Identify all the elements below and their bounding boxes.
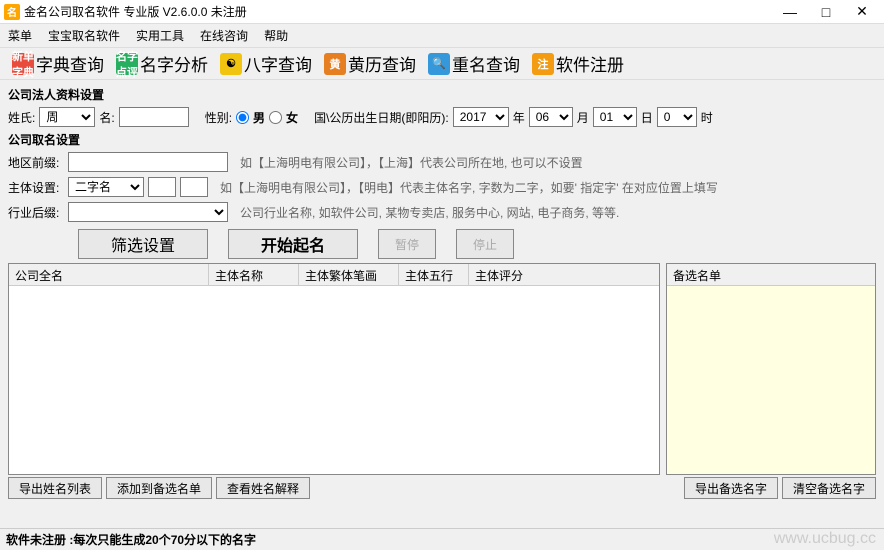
tool-analyze[interactable]: 名字点评名字分析 (112, 49, 212, 78)
status-text: 每次只能生成20个70分以下的名字 (73, 531, 256, 548)
close-button[interactable]: ✕ (844, 0, 880, 24)
candidates-header: 备选名单 (667, 264, 875, 286)
status-prefix: 软件未注册 : (6, 531, 73, 548)
titlebar: 名 金名公司取名软件 专业版 V2.6.0.0 未注册 — □ ✕ (0, 0, 884, 24)
body-char2[interactable] (180, 177, 208, 197)
month-select[interactable]: 06 (529, 107, 573, 127)
gender-male-radio[interactable] (236, 111, 249, 124)
prefix-input[interactable] (68, 152, 228, 172)
minimize-button[interactable]: — (772, 0, 808, 24)
body-hint: 如【上海明电有限公司】，【明电】代表主体名字, 字数为二字，如要' 指定字' 在… (220, 179, 718, 196)
results-body (9, 286, 659, 474)
group2-title: 公司取名设置 (8, 131, 876, 148)
suffix-select[interactable] (68, 202, 228, 222)
body-label: 主体设置: (8, 179, 64, 196)
gender-female-radio[interactable] (269, 111, 282, 124)
menu-main[interactable]: 菜单 (8, 27, 32, 44)
body-select[interactable]: 二字名 (68, 177, 144, 197)
col-score[interactable]: 主体评分 (469, 264, 539, 285)
search-icon: 🔍 (428, 53, 450, 75)
female-label: 女 (286, 109, 298, 126)
results-table: 公司全名 主体名称 主体繁体笔画 主体五行 主体评分 (8, 263, 660, 475)
suffix-label: 行业后缀: (8, 204, 64, 221)
surname-label: 姓氏: (8, 109, 35, 126)
maximize-button[interactable]: □ (808, 0, 844, 24)
menu-help[interactable]: 帮助 (264, 27, 288, 44)
male-label: 男 (253, 109, 265, 126)
pause-button[interactable]: 暂停 (378, 229, 436, 259)
prefix-hint: 如【上海明电有限公司】，【上海】代表公司所在地, 也可以不设置 (240, 154, 583, 171)
stop-button[interactable]: 停止 (456, 229, 514, 259)
hour-select[interactable]: 0 (657, 107, 697, 127)
menu-baby[interactable]: 宝宝取名软件 (48, 27, 120, 44)
window-title: 金名公司取名软件 专业版 V2.6.0.0 未注册 (24, 3, 772, 20)
huangli-icon: 黄 (324, 53, 346, 75)
name-label: 名: (99, 109, 114, 126)
dict-icon: 新单字典 (12, 53, 34, 75)
suffix-hint: 公司行业名称, 如软件公司, 某物专卖店, 服务中心, 网站, 电子商务, 等等… (240, 204, 619, 221)
statusbar: 软件未注册 : 每次只能生成20个70分以下的名字 (0, 528, 884, 550)
analyze-icon: 名字点评 (116, 53, 138, 75)
export-candidates-button[interactable]: 导出备选名字 (684, 477, 778, 499)
add-candidate-button[interactable]: 添加到备选名单 (106, 477, 212, 499)
tool-register[interactable]: 注软件注册 (528, 49, 628, 78)
col-body[interactable]: 主体名称 (209, 264, 299, 285)
year-select[interactable]: 2017 (453, 107, 509, 127)
surname-select[interactable]: 周 (39, 107, 95, 127)
export-names-button[interactable]: 导出姓名列表 (8, 477, 102, 499)
tool-dup[interactable]: 🔍重名查询 (424, 49, 524, 78)
filter-button[interactable]: 筛选设置 (78, 229, 208, 259)
candidates-list: 备选名单 (666, 263, 876, 475)
tool-huangli[interactable]: 黄黄历查询 (320, 49, 420, 78)
menu-tools[interactable]: 实用工具 (136, 27, 184, 44)
col-strokes[interactable]: 主体繁体笔画 (299, 264, 399, 285)
explain-button[interactable]: 查看姓名解释 (216, 477, 310, 499)
register-icon: 注 (532, 53, 554, 75)
watermark: www.ucbug.cc (774, 530, 876, 548)
day-select[interactable]: 01 (593, 107, 637, 127)
col-fullname[interactable]: 公司全名 (9, 264, 209, 285)
bazi-icon: ☯ (220, 53, 242, 75)
menu-consult[interactable]: 在线咨询 (200, 27, 248, 44)
clear-candidates-button[interactable]: 清空备选名字 (782, 477, 876, 499)
gender-label: 性别: (205, 109, 232, 126)
birth-label: 国\公历出生日期(即阳历): (314, 109, 449, 126)
group1-title: 公司法人资料设置 (8, 86, 876, 103)
menubar: 菜单 宝宝取名软件 实用工具 在线咨询 帮助 (0, 24, 884, 48)
body-char1[interactable] (148, 177, 176, 197)
start-button[interactable]: 开始起名 (228, 229, 358, 259)
col-wuxing[interactable]: 主体五行 (399, 264, 469, 285)
prefix-label: 地区前缀: (8, 154, 64, 171)
app-icon: 名 (4, 4, 20, 20)
name-input[interactable] (119, 107, 189, 127)
tool-dict[interactable]: 新单字典字典查询 (8, 49, 108, 78)
toolbar: 新单字典字典查询 名字点评名字分析 ☯八字查询 黄黄历查询 🔍重名查询 注软件注… (0, 48, 884, 80)
tool-bazi[interactable]: ☯八字查询 (216, 49, 316, 78)
